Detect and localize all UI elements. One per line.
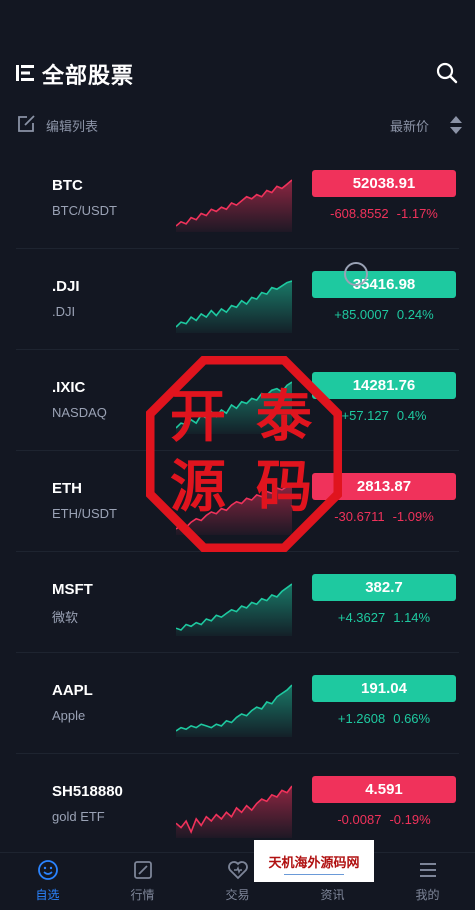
change-percent: -1.17%	[396, 206, 438, 221]
price-badge[interactable]: 382.7	[312, 574, 456, 601]
nav-tab-2[interactable]: 行情	[95, 859, 190, 903]
page-title: 全部股票	[42, 63, 135, 88]
price-change: +57.127 0.4%	[312, 408, 456, 423]
stock-name: 微软	[52, 610, 79, 625]
sparkline-chart	[176, 482, 292, 535]
change-percent: 0.4%	[396, 408, 427, 423]
stock-symbol: MSFT	[52, 581, 93, 598]
stock-name: gold ETF	[52, 809, 105, 824]
sparkline-chart	[176, 179, 292, 232]
price-change: +1.2608 0.66%	[312, 711, 456, 726]
stock-list: BTC BTC/USDT 52038.91 -608.8552 -1.17% .DJI .D…	[0, 148, 475, 855]
stock-symbol: SH518880	[52, 783, 123, 800]
price-change: -608.8552 -1.17%	[312, 206, 456, 221]
stock-row[interactable]: .IXIC NASDAQ 14281.76 +57.127 0.4%	[16, 350, 459, 451]
sparkline-chart	[176, 280, 292, 333]
sparkline-chart	[176, 381, 292, 434]
change-percent: 0.24%	[396, 307, 434, 322]
nav-tab-5[interactable]: 我的	[380, 859, 475, 903]
sparkline-chart	[176, 684, 292, 737]
stock-name: NASDAQ	[52, 405, 107, 420]
search-icon[interactable]	[435, 61, 459, 85]
change-value: -30.6711	[334, 509, 385, 524]
sparkline-chart	[176, 785, 292, 838]
price-badge[interactable]: 14281.76	[312, 372, 456, 399]
header: 全部股票	[0, 52, 475, 96]
stock-symbol: .IXIC	[52, 379, 86, 396]
price-change: +85.0007 0.24%	[312, 307, 456, 322]
nav-label: 资讯	[320, 888, 345, 902]
change-value: -608.8552	[330, 206, 389, 221]
nav-label: 自选	[35, 888, 60, 902]
stock-row[interactable]: SH518880 gold ETF 4.591 -0.0087 -0.19%	[16, 754, 459, 855]
stock-symbol: BTC	[52, 177, 83, 194]
change-percent: 0.66%	[393, 711, 431, 726]
stock-name: .DJI	[52, 304, 76, 319]
stock-name: BTC/USDT	[52, 203, 117, 218]
nav-label: 交易	[225, 888, 250, 902]
change-value: +1.2608	[337, 711, 386, 726]
price-change: -0.0087 -0.19%	[312, 812, 456, 827]
price-badge[interactable]: 52038.91	[312, 170, 456, 197]
change-value: +85.0007	[334, 307, 389, 322]
bottom-nav: 自选 行情 交易 资讯 我的	[0, 852, 475, 910]
change-value: +4.3627	[337, 610, 386, 625]
price-badge[interactable]: 2813.87	[312, 473, 456, 500]
menu-icon[interactable]	[16, 63, 34, 83]
edit-icon[interactable]	[16, 114, 36, 134]
toolbar: 编辑列表 最新价	[0, 110, 475, 138]
change-percent: 1.14%	[393, 610, 431, 625]
chart-edit-icon	[133, 861, 152, 879]
heart-shield-icon	[227, 861, 248, 880]
stock-row[interactable]: BTC BTC/USDT 52038.91 -608.8552 -1.17%	[16, 148, 459, 249]
stock-row[interactable]: .DJI .DJI 35416.98 +85.0007 0.24%	[16, 249, 459, 350]
price-badge[interactable]: 191.04	[312, 675, 456, 702]
stock-row[interactable]: ETH ETH/USDT 2813.87 -30.6711 -1.09%	[16, 451, 459, 552]
stock-name: Apple	[52, 708, 86, 723]
nav-tab-1[interactable]: 自选	[0, 859, 95, 903]
change-value: -0.0087	[337, 812, 382, 827]
stock-row[interactable]: AAPL Apple 191.04 +1.2608 0.66%	[16, 653, 459, 754]
loading-spinner	[344, 262, 368, 286]
nav-label: 行情	[130, 888, 155, 902]
price-badge[interactable]: 35416.98	[312, 271, 456, 298]
smiley-icon	[37, 860, 58, 880]
ad-watermark-line	[284, 874, 344, 875]
menu-lines-icon	[419, 863, 436, 877]
nav-label: 我的	[415, 888, 440, 902]
stock-row[interactable]: MSFT 微软 382.7 +4.3627 1.14%	[16, 552, 459, 653]
change-value: +57.127	[341, 408, 389, 423]
stock-name: ETH/USDT	[52, 506, 117, 521]
stock-symbol: AAPL	[52, 682, 93, 699]
price-change: +4.3627 1.14%	[312, 610, 456, 625]
change-percent: -0.19%	[389, 812, 431, 827]
sparkline-area	[176, 180, 292, 232]
change-percent: -1.09%	[392, 509, 434, 524]
price-change: -30.6711 -1.09%	[312, 509, 456, 524]
stock-symbol: ETH	[52, 480, 82, 497]
price-badge[interactable]: 4.591	[312, 776, 456, 803]
sort-icon[interactable]	[449, 114, 463, 136]
ad-watermark: 天机海外源码网	[254, 840, 374, 882]
sparkline-area	[176, 685, 292, 737]
stock-symbol: .DJI	[52, 278, 80, 295]
sparkline-chart	[176, 583, 292, 636]
ad-watermark-text: 天机海外源码网	[268, 856, 360, 871]
edit-list-button[interactable]: 编辑列表	[46, 116, 98, 135]
sort-by-price-button[interactable]: 最新价	[390, 116, 429, 135]
